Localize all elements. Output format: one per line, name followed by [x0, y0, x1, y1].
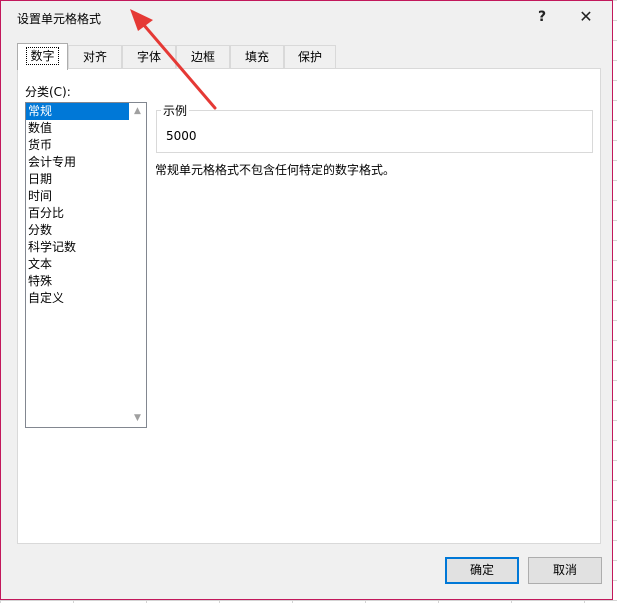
- sample-group: 示例 5000: [156, 102, 593, 153]
- category-item-general[interactable]: 常规: [26, 103, 129, 120]
- category-item-number[interactable]: 数值: [26, 120, 129, 137]
- listbox-scrollbar[interactable]: ▲ ▼: [129, 103, 146, 427]
- help-button[interactable]: ?: [532, 7, 552, 27]
- tab-font[interactable]: 字体: [122, 45, 176, 68]
- tab-label: 字体: [136, 50, 161, 64]
- tab-protection[interactable]: 保护: [284, 45, 336, 68]
- category-item-percentage[interactable]: 百分比: [26, 205, 129, 222]
- format-description: 常规单元格格式不包含任何特定的数字格式。: [155, 163, 396, 177]
- tab-alignment[interactable]: 对齐: [68, 45, 122, 68]
- category-item-time[interactable]: 时间: [26, 188, 129, 205]
- tab-label: 边框: [190, 50, 215, 64]
- tab-fill[interactable]: 填充: [230, 45, 284, 68]
- dialog-title: 设置单元格格式: [17, 12, 102, 26]
- category-label: 分类(C):: [25, 85, 71, 99]
- category-item-scientific[interactable]: 科学记数: [26, 239, 129, 256]
- category-item-currency[interactable]: 货币: [26, 137, 129, 154]
- tab-border[interactable]: 边框: [176, 45, 230, 68]
- tab-number[interactable]: 数字: [17, 43, 68, 70]
- number-tab-panel: 分类(C): 常规 数值 货币 会计专用 日期 时间 百分比 分数 科学记数 文…: [17, 68, 601, 544]
- category-item-accounting[interactable]: 会计专用: [26, 154, 129, 171]
- tab-label: 对齐: [82, 50, 107, 64]
- category-item-text[interactable]: 文本: [26, 256, 129, 273]
- scroll-up-arrow-icon[interactable]: ▲: [129, 103, 146, 120]
- ok-button[interactable]: 确定: [445, 557, 519, 584]
- category-item-date[interactable]: 日期: [26, 171, 129, 188]
- category-item-custom[interactable]: 自定义: [26, 290, 129, 307]
- tab-label: 填充: [244, 50, 269, 64]
- tab-label: 数字: [26, 47, 59, 65]
- close-button[interactable]: ✕: [576, 7, 596, 27]
- format-cells-dialog: 设置单元格格式 ? ✕ 数字 对齐 字体 边框 填充 保护 分类(C): 常规 …: [0, 0, 613, 600]
- sample-value: 5000: [166, 129, 197, 143]
- category-listbox[interactable]: 常规 数值 货币 会计专用 日期 时间 百分比 分数 科学记数 文本 特殊 自定…: [25, 102, 147, 428]
- scroll-down-arrow-icon[interactable]: ▼: [129, 410, 146, 427]
- category-item-fraction[interactable]: 分数: [26, 222, 129, 239]
- cancel-button[interactable]: 取消: [528, 557, 602, 584]
- tab-label: 保护: [297, 50, 322, 64]
- title-bar[interactable]: 设置单元格格式 ? ✕: [1, 1, 612, 33]
- sample-label: 示例: [161, 102, 190, 119]
- category-item-special[interactable]: 特殊: [26, 273, 129, 290]
